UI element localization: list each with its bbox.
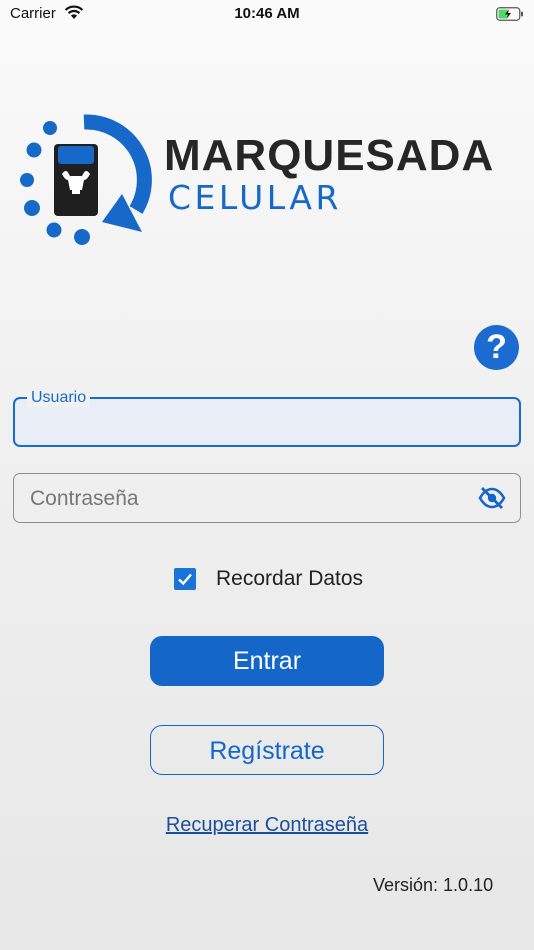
brand-title: MARQUESADA xyxy=(164,131,495,180)
login-button[interactable]: Entrar xyxy=(150,636,384,686)
password-placeholder: Contraseña xyxy=(30,487,139,510)
help-button[interactable]: ? xyxy=(474,325,519,370)
remember-label[interactable]: Recordar Datos xyxy=(216,567,363,591)
eye-off-icon[interactable] xyxy=(478,486,506,515)
register-button[interactable]: Regístrate xyxy=(150,725,384,775)
status-bar: Carrier 10:46 AM xyxy=(0,0,534,28)
clock: 10:46 AM xyxy=(234,5,300,22)
password-field[interactable]: Contraseña xyxy=(13,473,521,523)
recover-password-label[interactable]: Recuperar Contraseña xyxy=(166,814,368,836)
remember-checkbox[interactable] xyxy=(174,568,196,590)
check-icon xyxy=(178,573,192,586)
username-label: Usuario xyxy=(27,389,91,407)
recover-password-link[interactable]: Recuperar Contraseña xyxy=(0,814,534,837)
brand-subtitle: CELULAR xyxy=(168,178,342,217)
logo-icon xyxy=(20,114,152,245)
version-label: Versión: 1.0.10 xyxy=(373,875,494,895)
username-field[interactable]: Usuario xyxy=(13,389,521,447)
help-icon: ? xyxy=(486,328,507,366)
battery-icon xyxy=(496,7,524,25)
